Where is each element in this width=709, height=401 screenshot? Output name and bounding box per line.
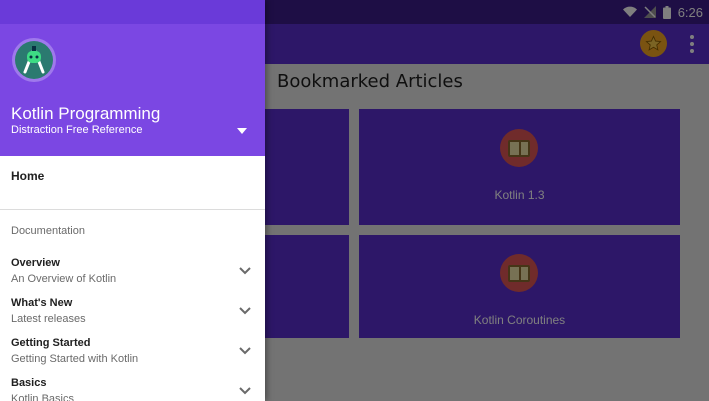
drawer-title: Kotlin Programming bbox=[11, 104, 161, 123]
nav-item-subtitle: An Overview of Kotlin bbox=[11, 273, 117, 285]
navigation-drawer: Kotlin Programming Distraction Free Refe… bbox=[0, 0, 265, 401]
nav-item-subtitle: Kotlin Basics bbox=[11, 393, 74, 401]
nav-item-overview[interactable]: Overview An Overview of Kotlin bbox=[0, 255, 265, 293]
nav-item-subtitle: Latest releases bbox=[11, 313, 86, 325]
drawer-status-area bbox=[0, 0, 265, 24]
nav-item-title: Basics bbox=[11, 377, 47, 389]
chevron-down-icon[interactable] bbox=[238, 346, 252, 356]
android-studio-icon bbox=[12, 38, 56, 82]
nav-item-getting-started[interactable]: Getting Started Getting Started with Kot… bbox=[0, 335, 265, 373]
nav-item-home-label: Home bbox=[11, 169, 45, 183]
drawer-header: Kotlin Programming Distraction Free Refe… bbox=[0, 24, 265, 156]
section-header-documentation: Documentation bbox=[11, 225, 85, 237]
drawer-divider bbox=[0, 209, 265, 210]
chevron-down-icon[interactable] bbox=[238, 306, 252, 316]
nav-item-basics[interactable]: Basics Kotlin Basics bbox=[0, 375, 265, 401]
nav-item-title: What's New bbox=[11, 297, 73, 309]
dropdown-arrow-icon bbox=[237, 128, 247, 134]
nav-item-title: Getting Started bbox=[11, 337, 91, 349]
chevron-down-icon[interactable] bbox=[238, 266, 252, 276]
nav-item-subtitle: Getting Started with Kotlin bbox=[11, 353, 139, 365]
drawer-subtitle: Distraction Free Reference bbox=[11, 124, 143, 136]
nav-item-whats-new[interactable]: What's New Latest releases bbox=[0, 295, 265, 333]
account-dropdown-button[interactable] bbox=[234, 125, 250, 137]
nav-item-title: Overview bbox=[11, 257, 60, 269]
nav-item-home[interactable]: Home bbox=[0, 156, 265, 196]
chevron-down-icon[interactable] bbox=[238, 386, 252, 396]
